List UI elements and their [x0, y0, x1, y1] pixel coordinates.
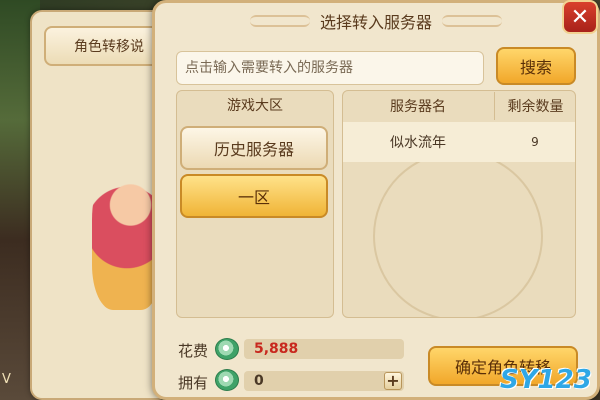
title-ornament-right: [442, 15, 502, 27]
column-header-server-name: 服务器名: [390, 99, 446, 115]
jade-coin-icon: [215, 338, 239, 360]
cost-value-bar: 5,888: [244, 339, 404, 359]
add-currency-button[interactable]: +: [384, 372, 402, 390]
dialog-title-bar: 选择转入服务器: [155, 3, 597, 39]
column-header-remaining-count: 剩余数量: [494, 92, 576, 120]
jade-coin-icon: [215, 369, 239, 391]
owned-value-bar: 0: [244, 371, 404, 391]
server-search-input[interactable]: [176, 51, 484, 85]
site-watermark-logo: SY123: [500, 365, 592, 395]
close-button[interactable]: ✕: [562, 0, 598, 34]
zone-list-header: 游戏大区: [227, 98, 283, 114]
cost-value: 5,888: [254, 341, 299, 357]
title-ornament-left: [249, 15, 310, 27]
owned-label: 拥有: [178, 374, 209, 392]
server-row-name[interactable]: 似水流年: [342, 122, 494, 162]
zone-item-zone-1[interactable]: 一区: [180, 174, 328, 218]
server-row-count: 9: [531, 135, 539, 149]
close-icon: ✕: [570, 4, 590, 30]
panel-emblem-decoration: [373, 151, 543, 317]
cost-label: 花费: [178, 342, 209, 360]
zone-item-history-servers[interactable]: 历史服务器: [180, 126, 328, 170]
dialog-title: 选择转入服务器: [319, 13, 432, 32]
search-button[interactable]: 搜索: [496, 47, 576, 85]
owned-value: 0: [254, 373, 264, 389]
background-edge-text: V: [2, 372, 11, 387]
